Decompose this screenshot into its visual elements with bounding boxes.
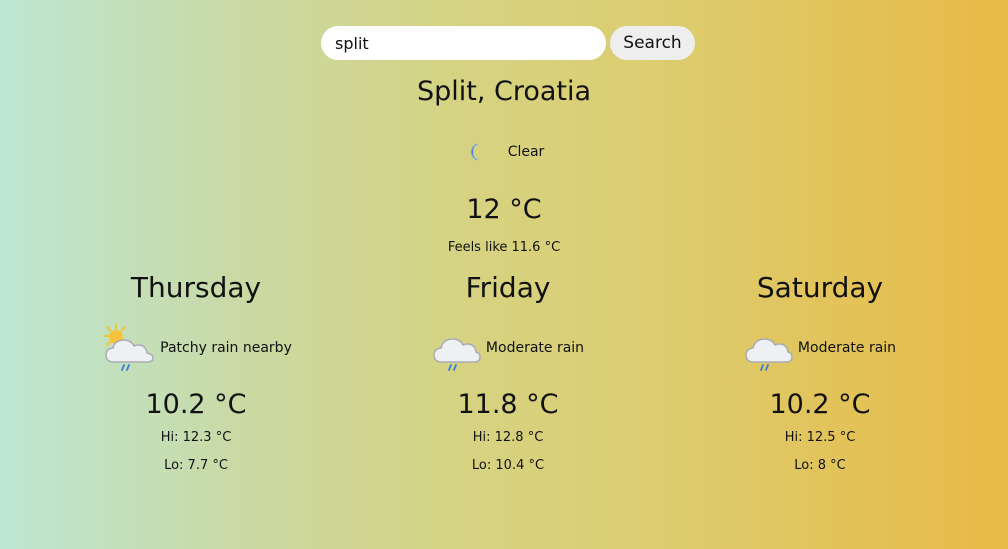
forecast-day-card: Friday Moderate rain 11.8 °C Hi: 12.8 °C… bbox=[358, 268, 658, 476]
forecast-low: Lo: 7.7 °C bbox=[164, 458, 228, 473]
sun-cloud-rain-icon bbox=[100, 322, 156, 374]
moon-icon bbox=[464, 140, 488, 164]
search-bar: Search bbox=[321, 26, 695, 60]
forecast-high: Hi: 12.5 °C bbox=[784, 430, 856, 445]
feels-like: Feels like 11.6 °C bbox=[447, 240, 561, 255]
cloud-rain-icon bbox=[432, 322, 482, 374]
forecast-condition: Moderate rain bbox=[670, 322, 970, 374]
cloud-rain-icon bbox=[744, 322, 794, 374]
forecast-day-name: Thursday bbox=[130, 271, 262, 304]
forecast-condition: Patchy rain nearby bbox=[46, 322, 346, 374]
forecast-condition-text: Moderate rain bbox=[797, 340, 897, 356]
search-button[interactable]: Search bbox=[610, 26, 695, 60]
forecast-condition-text: Moderate rain bbox=[485, 340, 585, 356]
current-condition: Clear bbox=[0, 140, 1008, 164]
forecast-day-card: Thursday Patchy rain nearby 10.2 °C Hi: … bbox=[46, 268, 346, 476]
search-input[interactable] bbox=[321, 26, 606, 60]
forecast-day-name: Friday bbox=[465, 271, 551, 304]
forecast-temperature: 10.2 °C bbox=[145, 389, 247, 420]
current-condition-text: Clear bbox=[507, 144, 545, 160]
forecast-high: Hi: 12.3 °C bbox=[160, 430, 232, 445]
current-temperature: 12 °C bbox=[466, 194, 542, 225]
forecast-condition: Moderate rain bbox=[358, 322, 658, 374]
forecast-low: Lo: 10.4 °C bbox=[471, 458, 545, 473]
forecast-day-card: Saturday Moderate rain 10.2 °C Hi: 12.5 … bbox=[670, 268, 970, 476]
forecast-high: Hi: 12.8 °C bbox=[472, 430, 544, 445]
location-title: Split, Croatia bbox=[416, 76, 592, 107]
forecast-low: Lo: 8 °C bbox=[794, 458, 846, 473]
forecast-temperature: 11.8 °C bbox=[457, 389, 559, 420]
forecast-temperature: 10.2 °C bbox=[769, 389, 871, 420]
forecast-day-name: Saturday bbox=[756, 271, 884, 304]
forecast-condition-text: Patchy rain nearby bbox=[160, 340, 292, 356]
